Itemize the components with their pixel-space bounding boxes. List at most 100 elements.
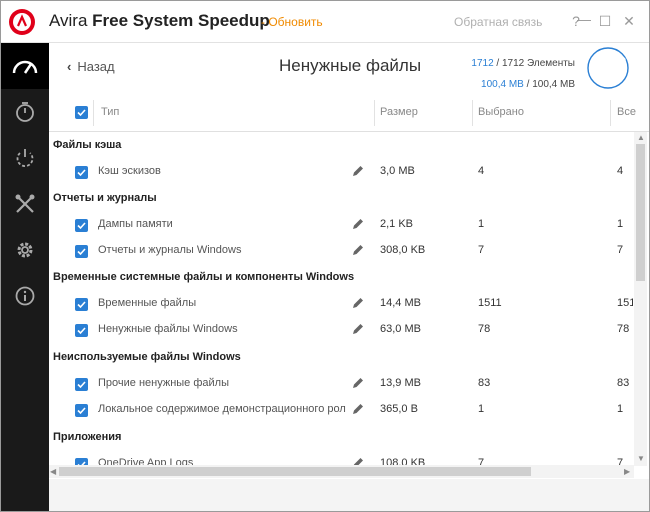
pencil-icon[interactable] bbox=[351, 296, 365, 310]
row-checkbox[interactable] bbox=[75, 324, 88, 337]
row-size: 365,0 B bbox=[380, 403, 418, 415]
horizontal-scroll-thumb[interactable] bbox=[59, 467, 531, 476]
row-size: 2,1 KB bbox=[380, 218, 414, 230]
group-title: Временные системные файлы и компоненты W… bbox=[53, 271, 355, 283]
table-row[interactable]: Временные файлы 14,4 MB 1511 1511 bbox=[49, 291, 633, 317]
row-all: 1511 bbox=[617, 297, 633, 309]
selected-count: 1712 bbox=[471, 58, 494, 69]
vertical-scrollbar[interactable]: ▲ ▼ bbox=[634, 132, 647, 466]
info-icon bbox=[15, 286, 35, 306]
group-title: Файлы кэша bbox=[53, 139, 122, 151]
chevron-left-icon: ‹ bbox=[67, 59, 72, 74]
pencil-icon[interactable] bbox=[351, 322, 365, 336]
row-size: 63,0 MB bbox=[380, 323, 421, 335]
sidebar-item-speed[interactable] bbox=[1, 89, 49, 135]
vertical-scroll-thumb[interactable] bbox=[636, 144, 645, 281]
scroll-up-icon[interactable]: ▲ bbox=[637, 133, 645, 143]
scroll-left-icon[interactable]: ◀ bbox=[50, 467, 56, 477]
row-selected: 1511 bbox=[478, 297, 502, 309]
sidebar-item-tools[interactable] bbox=[1, 181, 49, 227]
row-selected: 1 bbox=[478, 403, 485, 415]
main-panel: ‹ Назад Ненужные файлы 1712 / 1712 Элемен… bbox=[49, 43, 649, 511]
group-title: Неиспользуемые файлы Windows bbox=[53, 351, 241, 363]
row-selected: 1 bbox=[478, 218, 485, 230]
row-all: 78 bbox=[617, 323, 630, 335]
avira-logo-icon bbox=[9, 9, 35, 35]
sidebar-item-dashboard[interactable] bbox=[1, 43, 49, 89]
row-checkbox[interactable] bbox=[75, 166, 88, 179]
app-window: Avira Free System Speedup - Обновить Обр… bbox=[0, 0, 650, 512]
row-checkbox[interactable] bbox=[75, 458, 88, 465]
row-name: Кэш эскизов bbox=[98, 165, 161, 177]
row-checkbox[interactable] bbox=[75, 245, 88, 258]
sidebar-item-info[interactable] bbox=[1, 273, 49, 319]
pencil-icon[interactable] bbox=[351, 456, 365, 465]
gear-icon bbox=[17, 242, 33, 258]
footer-bar bbox=[49, 479, 649, 511]
column-size[interactable]: Размер bbox=[380, 106, 418, 118]
column-divider bbox=[374, 100, 375, 126]
feedback-link[interactable]: Обратная связь bbox=[454, 15, 542, 29]
row-all: 1 bbox=[617, 218, 624, 230]
row-size: 13,9 MB bbox=[380, 377, 421, 389]
speedometer-icon bbox=[12, 60, 38, 74]
row-size: 3,0 MB bbox=[380, 165, 415, 177]
tools-icon bbox=[15, 194, 35, 213]
minimize-button[interactable]: — bbox=[575, 9, 593, 29]
back-button[interactable]: ‹ Назад bbox=[67, 59, 115, 74]
back-label: Назад bbox=[77, 59, 115, 74]
page-title: Ненужные файлы bbox=[279, 56, 422, 75]
junk-files-table: Файлы кэша Кэш эскизов 3,0 MB 4 4 Отчеты… bbox=[49, 133, 633, 465]
table-row[interactable]: Отчеты и журналы Windows 308,0 KB 7 7 bbox=[49, 238, 633, 264]
row-selected: 7 bbox=[478, 244, 485, 256]
column-type[interactable]: Тип bbox=[101, 106, 119, 118]
table-header: Тип Размер Выбрано Все bbox=[49, 94, 649, 132]
pencil-icon[interactable] bbox=[351, 217, 365, 231]
column-selected[interactable]: Выбрано bbox=[478, 106, 524, 118]
row-checkbox[interactable] bbox=[75, 378, 88, 391]
row-all: 7 bbox=[617, 457, 624, 465]
column-all[interactable]: Все bbox=[617, 106, 636, 118]
horizontal-scrollbar[interactable]: ◀ ▶ bbox=[49, 465, 634, 478]
row-all: 7 bbox=[617, 244, 624, 256]
stopwatch-icon bbox=[16, 102, 34, 122]
row-name: Дампы памяти bbox=[98, 218, 173, 230]
column-divider bbox=[472, 100, 473, 126]
update-link[interactable]: - Обновить bbox=[261, 15, 323, 29]
row-name: Ненужные файлы Windows bbox=[98, 323, 238, 335]
sidebar-item-settings[interactable] bbox=[1, 227, 49, 273]
scroll-right-icon[interactable]: ▶ bbox=[624, 467, 630, 477]
row-checkbox[interactable] bbox=[75, 404, 88, 417]
title-bar: Avira Free System Speedup - Обновить Обр… bbox=[1, 1, 649, 43]
table-row[interactable]: Прочие ненужные файлы 13,9 MB 83 83 bbox=[49, 371, 633, 397]
table-row[interactable]: Ненужные файлы Windows 63,0 MB 78 78 bbox=[49, 317, 633, 343]
row-checkbox[interactable] bbox=[75, 219, 88, 232]
pencil-icon[interactable] bbox=[351, 243, 365, 257]
pencil-icon[interactable] bbox=[351, 402, 365, 416]
table-row[interactable]: OneDrive App Logs 108,0 KB 7 7 bbox=[49, 451, 633, 465]
table-row[interactable]: Локальное содержимое демонстрационного р… bbox=[49, 397, 633, 423]
row-size: 14,4 MB bbox=[380, 297, 421, 309]
pencil-icon[interactable] bbox=[351, 376, 365, 390]
maximize-button[interactable]: ☐ bbox=[596, 11, 614, 31]
table-row[interactable]: Кэш эскизов 3,0 MB 4 4 bbox=[49, 159, 633, 185]
table-row[interactable]: Дампы памяти 2,1 KB 1 1 bbox=[49, 212, 633, 238]
total-size: / 100,4 MB bbox=[523, 79, 575, 90]
sidebar-item-startup[interactable] bbox=[1, 135, 49, 181]
row-name: Временные файлы bbox=[98, 297, 197, 309]
row-selected: 83 bbox=[478, 377, 491, 389]
select-all-checkbox[interactable] bbox=[75, 106, 88, 119]
pencil-icon[interactable] bbox=[351, 164, 365, 178]
row-all: 1 bbox=[617, 403, 624, 415]
column-divider bbox=[610, 100, 611, 126]
row-all: 4 bbox=[617, 165, 624, 177]
scroll-down-icon[interactable]: ▼ bbox=[637, 454, 645, 464]
app-title-bold: Free System Speedup bbox=[92, 11, 270, 30]
app-title-light: Avira bbox=[49, 11, 88, 30]
selection-stats: 1712 / 1712 Элементы 100,4 MB / 100,4 MB bbox=[471, 53, 575, 95]
row-checkbox[interactable] bbox=[75, 298, 88, 311]
row-selected: 78 bbox=[478, 323, 491, 335]
app-title: Avira Free System Speedup bbox=[49, 11, 270, 31]
selected-size: 100,4 MB bbox=[481, 79, 524, 90]
close-button[interactable]: ✕ bbox=[620, 11, 638, 31]
